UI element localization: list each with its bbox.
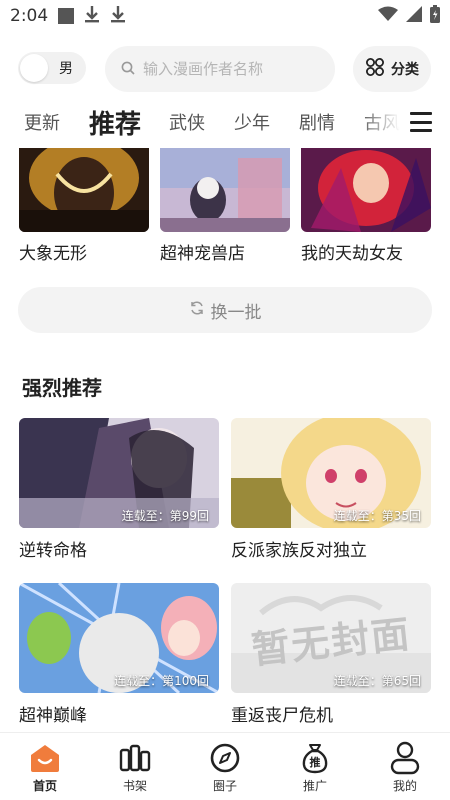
nav-label: 首页 <box>32 779 57 793</box>
comic-card[interactable]: 连载至：第35回 反派家族反对独立 <box>231 418 431 561</box>
tab-story[interactable]: 剧情 <box>299 100 335 144</box>
category-tabs: 更新 推荐 武侠 少年 剧情 古风 <box>0 100 450 144</box>
comic-title: 大象无形 <box>19 244 87 264</box>
comic-title: 反派家族反对独立 <box>231 541 367 561</box>
menu-icon[interactable] <box>408 110 434 134</box>
download-icon-2 <box>110 5 126 28</box>
comic-card[interactable]: 暂无封面 连载至：第65回 重返丧尸危机 <box>231 583 431 726</box>
comic-title: 超神巅峰 <box>19 706 87 726</box>
nav-label: 推广 <box>302 779 327 793</box>
comic-cover-placeholder: 暂无封面 连载至：第65回 <box>231 583 431 693</box>
search-box[interactable] <box>105 46 335 92</box>
svg-text:推: 推 <box>310 755 321 769</box>
nav-promote[interactable]: 推 推广 <box>270 733 360 800</box>
comic-title: 超神宠兽店 <box>160 244 245 264</box>
nav-label: 书架 <box>122 779 147 793</box>
bottom-nav: 首页 书架 圈子 推 推广 我的 <box>0 732 450 800</box>
comic-title: 我的天劫女友 <box>301 244 403 264</box>
comic-card[interactable]: 连载至：第100回 超神巅峰 <box>19 583 219 726</box>
category-grid-icon <box>365 57 385 81</box>
refresh-batch-button[interactable]: 换一批 <box>18 287 432 333</box>
battery-icon <box>430 4 440 28</box>
wifi-icon <box>378 6 398 27</box>
comic-card[interactable]: 大象无形 <box>19 148 149 264</box>
download-icon <box>84 5 100 28</box>
refresh-label: 换一批 <box>210 302 262 323</box>
comic-cover: 连载至：第99回 <box>19 418 219 528</box>
nav-bookshelf[interactable]: 书架 <box>90 733 180 800</box>
status-time: 2:04 <box>10 6 49 26</box>
nav-home[interactable]: 首页 <box>0 733 90 800</box>
compass-icon <box>208 741 242 775</box>
comic-cover: 连载至：第35回 <box>231 418 431 528</box>
tabs-fade <box>360 100 400 144</box>
comic-cover <box>160 148 290 232</box>
nav-label: 我的 <box>392 779 417 793</box>
comic-card[interactable]: 连载至：第99回 逆转命格 <box>19 418 219 561</box>
status-bar: 2:04 <box>0 0 450 32</box>
content-scroll[interactable]: 大象无形 超神宠兽店 我的天劫女友 换一批 强烈推荐 连载至：第99回 逆转命格… <box>0 148 450 732</box>
nav-circle[interactable]: 圈子 <box>180 733 270 800</box>
nav-mine[interactable]: 我的 <box>360 733 450 800</box>
episode-badge: 连载至：第99回 <box>121 509 209 523</box>
tab-update[interactable]: 更新 <box>24 100 60 144</box>
gender-toggle[interactable]: 男 <box>18 52 86 84</box>
search-icon <box>121 60 135 79</box>
toggle-knob <box>20 54 48 82</box>
gender-label: 男 <box>59 61 73 77</box>
comic-title: 逆转命格 <box>19 541 87 561</box>
profile-icon <box>388 741 422 775</box>
comic-cover: 连载至：第100回 <box>19 583 219 693</box>
tab-recommend[interactable]: 推荐 <box>89 100 141 144</box>
home-icon <box>28 741 62 775</box>
episode-badge: 连载至：第100回 <box>114 674 209 688</box>
section-title: 强烈推荐 <box>22 376 102 400</box>
episode-badge: 连载至：第35回 <box>333 509 421 523</box>
tab-shaonian[interactable]: 少年 <box>234 100 270 144</box>
category-button[interactable]: 分类 <box>353 46 431 92</box>
refresh-icon <box>189 300 205 321</box>
promote-bag-icon: 推 <box>298 741 332 775</box>
comic-title: 重返丧尸危机 <box>231 706 333 726</box>
category-label: 分类 <box>391 62 419 78</box>
top-bar: 男 分类 <box>0 45 450 93</box>
comic-card[interactable]: 超神宠兽店 <box>160 148 290 264</box>
signal-icon <box>406 5 422 27</box>
episode-badge: 连载至：第65回 <box>333 674 421 688</box>
comic-cover <box>301 148 431 232</box>
comic-cover <box>19 148 149 232</box>
notification-square-icon <box>58 8 75 24</box>
tab-wuxia[interactable]: 武侠 <box>169 100 205 144</box>
bookshelf-icon <box>118 741 152 775</box>
search-input[interactable] <box>143 60 323 78</box>
nav-label: 圈子 <box>212 779 237 793</box>
comic-card[interactable]: 我的天劫女友 <box>301 148 431 264</box>
